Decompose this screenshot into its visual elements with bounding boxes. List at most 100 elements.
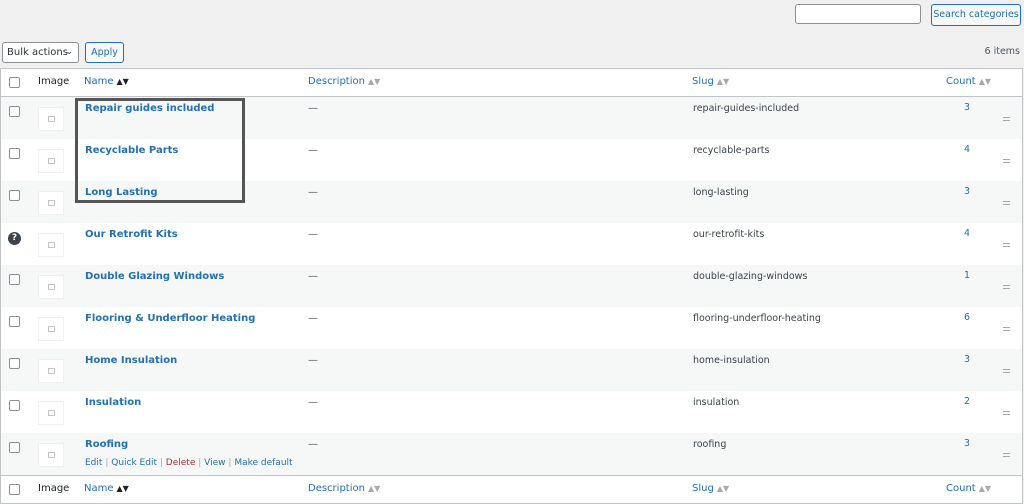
drag-handle-icon[interactable] [1003,453,1010,457]
row-checkbox[interactable] [9,316,20,327]
search-categories-button[interactable]: Search categories [931,4,1021,26]
drag-handle-icon[interactable] [1003,243,1010,247]
category-name-link[interactable]: Repair guides included [85,103,214,114]
category-description: — [308,271,318,282]
category-slug: flooring-underfloor-heating [693,313,821,324]
category-thumbnail [38,317,64,341]
make-default-link[interactable]: Make default [234,458,292,468]
category-name-link[interactable]: Flooring & Underfloor Heating [85,313,255,324]
category-count-link[interactable]: 6 [964,312,970,323]
column-slug[interactable]: Slug ▲▼ [692,76,729,87]
drag-handle-icon[interactable] [1003,369,1010,373]
items-count: 6 items [984,46,1020,57]
image-placeholder-icon [48,116,55,122]
image-placeholder-icon [48,368,55,374]
category-thumbnail [38,233,64,257]
table-row: Repair guides included — repair-guides-i… [1,97,1022,139]
view-link[interactable]: View [204,458,225,468]
select-all-checkbox[interactable] [9,77,20,88]
table-row: Double Glazing Windows — double-glazing-… [1,265,1022,307]
apply-button[interactable]: Apply [85,42,124,63]
category-name-link[interactable]: Roofing [85,439,128,450]
category-count-link[interactable]: 3 [964,438,970,449]
separator: | [228,458,232,468]
column-name[interactable]: Name ▲▼ [84,483,129,494]
column-image: Image [38,76,70,87]
column-count-label: Count [946,76,976,87]
search-input[interactable] [795,4,921,24]
image-placeholder-icon [48,158,55,164]
drag-handle-icon[interactable] [1003,117,1010,121]
quick-edit-link[interactable]: Quick Edit [111,458,157,468]
category-name-link[interactable]: Double Glazing Windows [85,271,224,282]
delete-link[interactable]: Delete [166,458,196,468]
category-name-link[interactable]: Home Insulation [85,355,177,366]
separator: | [198,458,202,468]
category-count-link[interactable]: 2 [964,396,970,407]
column-name[interactable]: Name ▲▼ [84,76,129,87]
row-checkbox[interactable] [9,358,20,369]
top-bar: Search categories [0,0,1024,40]
row-checkbox[interactable] [9,400,20,411]
category-count-link[interactable]: 3 [964,102,970,113]
drag-handle-icon[interactable] [1003,285,1010,289]
help-icon[interactable]: ? [8,232,21,245]
drag-handle-icon[interactable] [1003,411,1010,415]
select-all-checkbox[interactable] [9,484,20,495]
column-description[interactable]: Description ▲▼ [308,76,380,87]
category-name-link[interactable]: Insulation [85,397,141,408]
column-description-label: Description [308,76,365,87]
row-checkbox[interactable] [9,274,20,285]
row-actions: Edit | Quick Edit | Delete | View | Make… [85,458,293,468]
separator: | [159,458,163,468]
separator: | [105,458,109,468]
column-count[interactable]: Count ▲▼ [946,483,991,494]
category-name-link[interactable]: Our Retrofit Kits [85,229,178,240]
bulk-actions-label: Bulk actions [7,47,68,58]
bulk-actions-select[interactable]: Bulk actions ⌄ [2,42,79,63]
category-name-link[interactable]: Recyclable Parts [85,145,178,156]
drag-handle-icon[interactable] [1003,159,1010,163]
category-slug: roofing [693,439,727,450]
category-count-link[interactable]: 4 [964,228,970,239]
column-description[interactable]: Description ▲▼ [308,483,380,494]
category-description: — [308,439,318,450]
sort-icon: ▲▼ [716,484,730,493]
column-slug[interactable]: Slug ▲▼ [692,483,729,494]
category-description: — [308,313,318,324]
row-checkbox[interactable] [9,106,20,117]
row-checkbox[interactable] [9,190,20,201]
category-count-link[interactable]: 4 [964,144,970,155]
image-placeholder-icon [48,326,55,332]
edit-link[interactable]: Edit [85,458,102,468]
table-row: Roofing Edit | Quick Edit | Delete | Vie… [1,433,1022,475]
category-name-link[interactable]: Long Lasting [85,187,158,198]
category-slug: repair-guides-included [693,103,800,114]
category-slug: home-insulation [693,355,770,366]
category-thumbnail [38,443,64,467]
category-count-link[interactable]: 1 [964,270,970,281]
column-image: Image [38,483,70,494]
column-count-label: Count [946,483,976,494]
category-count-link[interactable]: 3 [964,186,970,197]
drag-handle-icon[interactable] [1003,201,1010,205]
category-thumbnail [38,275,64,299]
table-footer: Image Name ▲▼ Description ▲▼ Slug ▲▼ Count ▲… [1,475,1022,503]
table-row: Recyclable Parts — recyclable-parts 4 [1,139,1022,181]
row-checkbox[interactable] [9,442,20,453]
category-slug: insulation [693,397,740,408]
category-slug: long-lasting [693,187,749,198]
sort-icon: ▲▼ [978,77,992,86]
image-placeholder-icon [48,200,55,206]
drag-handle-icon[interactable] [1003,327,1010,331]
category-count-link[interactable]: 3 [964,354,970,365]
category-description: — [308,397,318,408]
sort-icon: ▲▼ [367,484,381,493]
row-checkbox[interactable] [9,148,20,159]
image-placeholder-icon [48,452,55,458]
image-placeholder-icon [48,284,55,290]
column-count[interactable]: Count ▲▼ [946,76,991,87]
category-description: — [308,145,318,156]
column-description-label: Description [308,483,365,494]
category-description: — [308,187,318,198]
